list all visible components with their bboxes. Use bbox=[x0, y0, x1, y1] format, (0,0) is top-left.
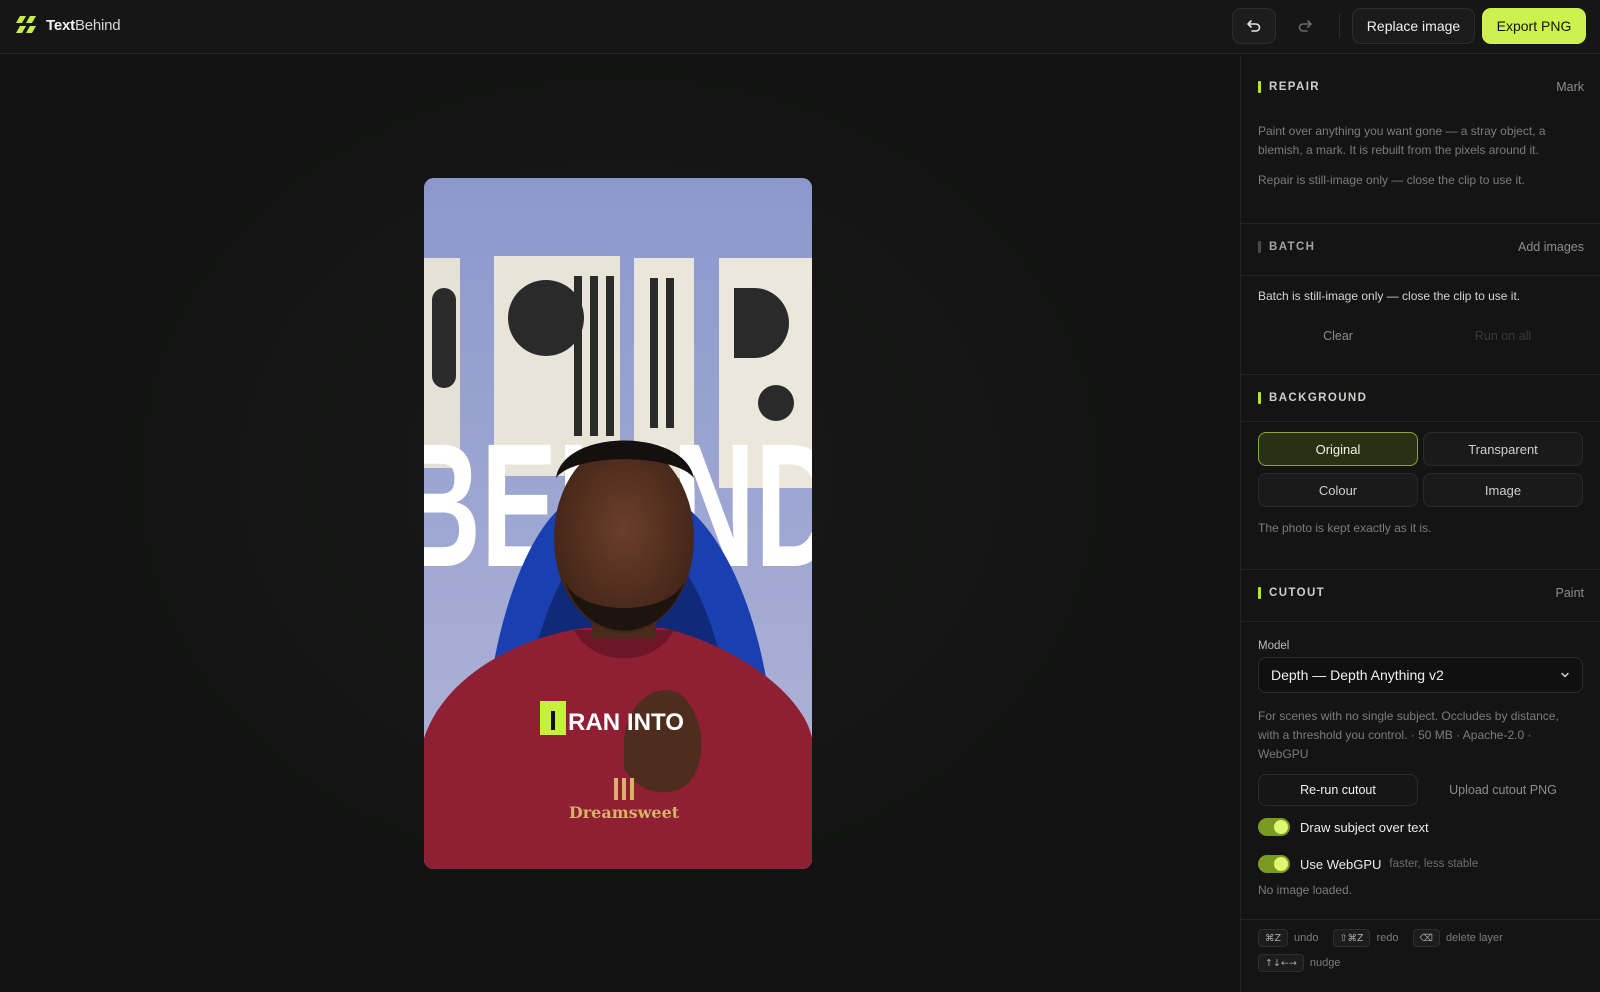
side-panel: REPAIR Mark Paint over anything you want… bbox=[1240, 55, 1600, 992]
divider bbox=[1241, 621, 1600, 622]
kbd-undo: ⌘Z bbox=[1258, 929, 1289, 947]
model-select-value: Depth — Depth Anything v2 bbox=[1271, 667, 1444, 683]
webgpu-toggle-row[interactable]: Use WebGPU faster, less stable bbox=[1258, 854, 1478, 874]
brand-bold: Text bbox=[46, 17, 75, 34]
repair-section-header: REPAIR Mark bbox=[1258, 77, 1584, 97]
toolbar-divider bbox=[1339, 14, 1340, 38]
background-title: BACKGROUND bbox=[1269, 392, 1368, 404]
add-images-button[interactable]: Add images bbox=[1518, 240, 1584, 254]
repair-description: Paint over anything you want gone — a st… bbox=[1258, 124, 1546, 157]
repair-mark-button[interactable]: Mark bbox=[1556, 80, 1584, 94]
brand-light: Behind bbox=[74, 17, 121, 34]
webgpu-hint: faster, less stable bbox=[1389, 858, 1479, 870]
model-label: Model bbox=[1258, 640, 1290, 652]
rerun-cutout-button[interactable]: Re-run cutout bbox=[1258, 774, 1418, 806]
kbd-redo: ⇧⌘Z bbox=[1332, 929, 1371, 947]
redo-button[interactable] bbox=[1283, 8, 1327, 44]
redo-icon bbox=[1298, 20, 1312, 32]
repair-note: Repair is still-image only — close the c… bbox=[1258, 173, 1525, 187]
batch-run-button[interactable]: Run on all bbox=[1423, 320, 1583, 352]
preview-illustration: BEHIND I RAN INTO Dreamsweet bbox=[424, 178, 812, 869]
section-marker bbox=[1258, 81, 1261, 93]
cutout-paint-button[interactable]: Paint bbox=[1556, 586, 1585, 600]
section-marker bbox=[1258, 392, 1261, 404]
shortcut-nudge-label: nudge bbox=[1309, 957, 1341, 969]
draw-subject-label: Draw subject over text bbox=[1300, 819, 1429, 835]
caption-highlight: I bbox=[549, 705, 557, 736]
section-marker bbox=[1258, 587, 1261, 599]
kbd-delete: ⌫ bbox=[1412, 929, 1440, 947]
divider bbox=[1241, 421, 1600, 422]
app-brand: TextBehind bbox=[46, 17, 121, 34]
background-section-header: BACKGROUND bbox=[1258, 388, 1584, 408]
export-png-button[interactable]: Export PNG bbox=[1482, 8, 1586, 44]
model-description: For scenes with no single subject. Occlu… bbox=[1258, 709, 1559, 761]
divider bbox=[1241, 374, 1600, 375]
bg-option-colour[interactable]: Colour bbox=[1258, 473, 1418, 507]
shirt-text: Dreamsweet bbox=[569, 803, 680, 822]
chevron-down-icon bbox=[1561, 672, 1569, 678]
toggle-knob bbox=[1274, 820, 1288, 834]
bg-option-transparent[interactable]: Transparent bbox=[1423, 432, 1583, 466]
shortcut-redo-label: redo bbox=[1376, 932, 1399, 944]
kbd-nudge: ↑↓←→ bbox=[1258, 954, 1304, 972]
cutout-title: CUTOUT bbox=[1269, 587, 1326, 599]
undo-icon bbox=[1247, 20, 1261, 32]
webgpu-label: Use WebGPU bbox=[1300, 856, 1382, 872]
cutout-status: No image loaded. bbox=[1258, 883, 1353, 897]
shortcuts-row: ⌘Z undo ⇧⌘Z redo ⌫ delete layer bbox=[1258, 929, 1517, 947]
draw-subject-toggle-row[interactable]: Draw subject over text bbox=[1258, 817, 1429, 837]
webgpu-toggle[interactable] bbox=[1258, 855, 1290, 873]
logo-icon bbox=[16, 16, 36, 33]
shortcuts-row-2: ↑↓←→ nudge bbox=[1258, 954, 1354, 972]
toggle-knob bbox=[1274, 857, 1288, 871]
undo-button[interactable] bbox=[1232, 8, 1276, 44]
repair-title: REPAIR bbox=[1269, 81, 1320, 93]
editor-canvas[interactable]: BEHIND I RAN INTO Dreamsweet bbox=[0, 55, 1240, 992]
batch-clear-button[interactable]: Clear bbox=[1258, 320, 1418, 352]
upload-cutout-button[interactable]: Upload cutout PNG bbox=[1423, 774, 1583, 806]
caption-text: RAN INTO bbox=[568, 709, 684, 736]
background-hint: The photo is kept exactly as it is. bbox=[1258, 521, 1432, 535]
cutout-section-header: CUTOUT Paint bbox=[1258, 583, 1584, 603]
divider bbox=[1241, 275, 1600, 276]
preview-image[interactable]: BEHIND I RAN INTO Dreamsweet bbox=[424, 178, 812, 869]
bg-option-image[interactable]: Image bbox=[1423, 473, 1583, 507]
batch-title: BATCH bbox=[1269, 241, 1316, 253]
replace-image-button[interactable]: Replace image bbox=[1352, 8, 1475, 44]
divider bbox=[1241, 569, 1600, 570]
top-bar: TextBehind Replace image Export PNG bbox=[0, 0, 1600, 54]
shortcut-undo-label: undo bbox=[1294, 932, 1319, 944]
batch-note: Batch is still-image only — close the cl… bbox=[1258, 289, 1521, 303]
batch-section-header: BATCH Add images bbox=[1258, 237, 1584, 257]
section-marker bbox=[1258, 241, 1261, 253]
divider bbox=[1241, 919, 1600, 920]
model-select[interactable]: Depth — Depth Anything v2 bbox=[1258, 657, 1583, 693]
shortcut-delete-label: delete layer bbox=[1445, 932, 1503, 944]
bg-option-original[interactable]: Original bbox=[1258, 432, 1418, 466]
divider bbox=[1241, 223, 1600, 224]
draw-subject-toggle[interactable] bbox=[1258, 818, 1290, 836]
